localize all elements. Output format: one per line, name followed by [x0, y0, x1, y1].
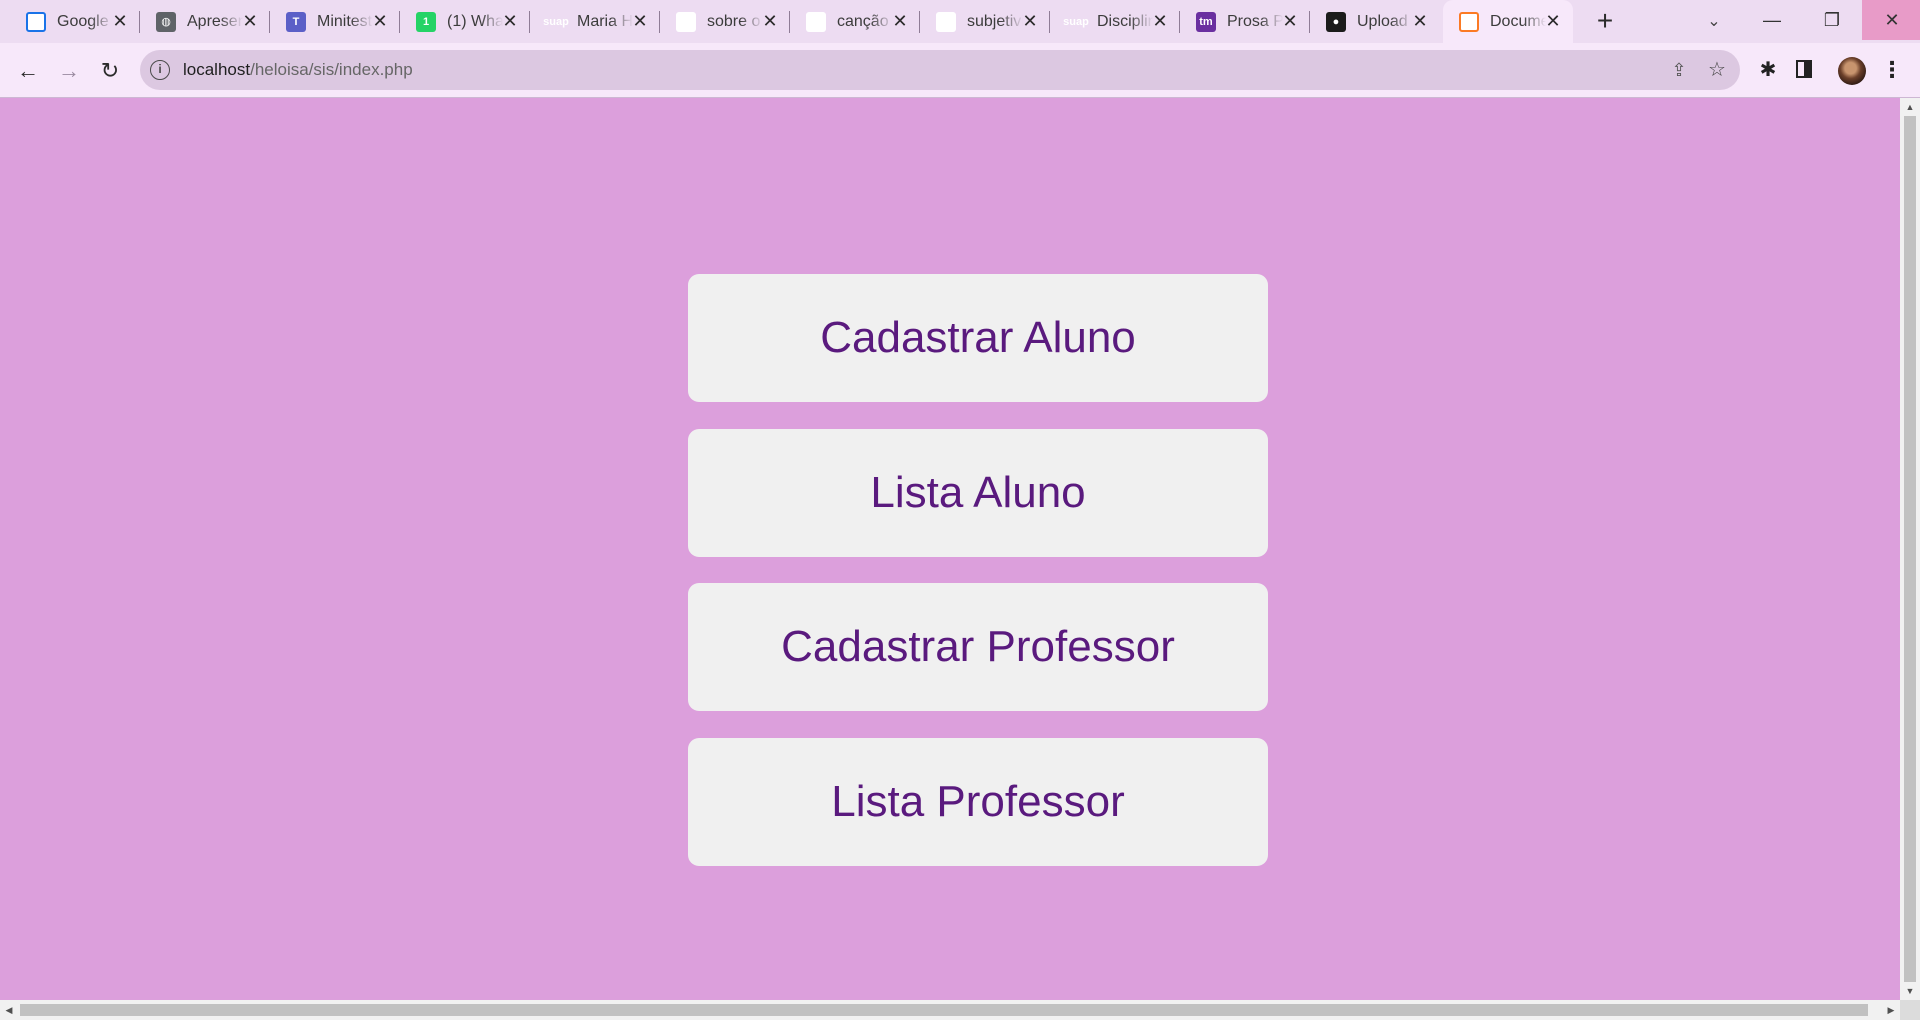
browser-toolbar: ← → ↻ i localhost/heloisa/sis/index.php …: [0, 43, 1920, 98]
new-tab-button[interactable]: +: [1590, 7, 1620, 37]
tab-subjetividade[interactable]: G subjetividade ✕: [920, 0, 1050, 43]
side-panel-icon[interactable]: [1796, 60, 1812, 78]
tab-miniteste[interactable]: T Miniteste ✕: [270, 0, 400, 43]
address-bar[interactable]: i localhost/heloisa/sis/index.php ⇪ ☆: [140, 50, 1740, 90]
tab-prosa[interactable]: tm Prosa P ✕: [1180, 0, 1310, 43]
window-close-button[interactable]: ✕: [1862, 0, 1920, 40]
restore-button[interactable]: ❐: [1802, 0, 1862, 40]
tm-icon: tm: [1196, 11, 1216, 32]
tab-title: Maria Heloisa: [577, 12, 633, 30]
tab-title: subjetividade: [967, 12, 1023, 30]
minimize-button[interactable]: —: [1742, 0, 1802, 40]
tab-document-active[interactable]: ⛶ Document ✕: [1443, 0, 1573, 43]
tab-strip: 1 Google ✕ ◍ Apresentação ✕ T Miniteste …: [0, 0, 1920, 43]
tab-title: Disciplina: [1097, 12, 1153, 30]
horizontal-scroll-thumb[interactable]: [20, 1004, 1868, 1016]
tab-title: canção: [837, 12, 889, 30]
close-icon[interactable]: ✕: [370, 11, 390, 31]
close-icon[interactable]: ✕: [1150, 11, 1170, 31]
tab-whatsapp[interactable]: 1 (1) WhatsApp ✕: [400, 0, 530, 43]
teams-icon: T: [286, 11, 306, 32]
xampp-icon: ⛶: [1459, 11, 1479, 32]
google-calendar-icon: 1: [26, 11, 46, 32]
tab-title: Prosa P: [1227, 12, 1283, 30]
close-icon[interactable]: ✕: [1280, 11, 1300, 31]
cadastrar-aluno-button[interactable]: Cadastrar Aluno: [688, 274, 1268, 402]
vertical-scrollbar[interactable]: ▲ ▼: [1900, 98, 1920, 1000]
close-icon[interactable]: ✕: [630, 11, 650, 31]
tab-title: (1) WhatsApp: [447, 12, 503, 30]
close-icon[interactable]: ✕: [890, 11, 910, 31]
close-icon[interactable]: ✕: [1410, 11, 1430, 31]
tab-maria-heloisa[interactable]: suap Maria Heloisa ✕: [530, 0, 660, 43]
tab-google[interactable]: 1 Google ✕: [10, 0, 140, 43]
scroll-up-arrow-icon[interactable]: ▲: [1900, 98, 1920, 116]
globe-icon: ◍: [156, 11, 176, 32]
horizontal-scrollbar[interactable]: ◀ ▶: [0, 1000, 1900, 1020]
share-icon[interactable]: ⇪: [1668, 59, 1690, 81]
profile-avatar[interactable]: [1838, 57, 1866, 85]
tab-sobre[interactable]: G sobre o ✕: [660, 0, 790, 43]
tab-search-chevron-icon[interactable]: ⌄: [1700, 8, 1728, 36]
tab-cancao[interactable]: G canção ✕: [790, 0, 920, 43]
tab-title: Document: [1490, 12, 1546, 30]
tab-apresentacao[interactable]: ◍ Apresentação ✕: [140, 0, 270, 43]
whatsapp-icon: 1: [416, 11, 436, 32]
reload-icon[interactable]: ↻: [94, 55, 126, 87]
tab-title: Apresentação: [187, 12, 243, 30]
lista-professor-button[interactable]: Lista Professor: [688, 738, 1268, 866]
page-content: Cadastrar Aluno Lista Aluno Cadastrar Pr…: [0, 98, 1900, 1000]
back-arrow-icon[interactable]: ←: [12, 55, 44, 87]
cadastrar-professor-button[interactable]: Cadastrar Professor: [688, 583, 1268, 711]
url-path: /heloisa/sis/index.php: [250, 60, 413, 79]
close-icon[interactable]: ✕: [110, 11, 130, 31]
tab-title: sobre o: [707, 12, 761, 30]
url-host: localhost: [183, 60, 251, 79]
url-text[interactable]: localhost/heloisa/sis/index.php: [183, 60, 413, 80]
close-icon[interactable]: ✕: [240, 11, 260, 31]
kebab-menu-icon[interactable]: ⋮: [1880, 55, 1904, 85]
close-icon[interactable]: ✕: [1020, 11, 1040, 31]
scrollbar-corner: [1900, 1000, 1920, 1020]
tab-disciplina[interactable]: suap Disciplina ✕: [1050, 0, 1180, 43]
scroll-left-arrow-icon[interactable]: ◀: [0, 1000, 18, 1020]
bookmark-star-icon[interactable]: ☆: [1706, 59, 1728, 81]
extensions-puzzle-icon[interactable]: ✱: [1754, 56, 1782, 84]
google-icon: G: [936, 11, 956, 32]
close-icon[interactable]: ✕: [500, 11, 520, 31]
site-info-icon[interactable]: i: [150, 60, 170, 80]
close-icon[interactable]: ✕: [760, 11, 780, 31]
tab-upload[interactable]: ● Upload ✕: [1310, 0, 1440, 43]
google-icon: G: [806, 11, 826, 32]
google-icon: G: [676, 11, 696, 32]
scroll-right-arrow-icon[interactable]: ▶: [1882, 1000, 1900, 1020]
suap-icon: suap: [1063, 15, 1089, 28]
suap-icon: suap: [543, 15, 569, 28]
tab-title: Google: [57, 12, 109, 30]
tab-title: Upload: [1357, 12, 1408, 30]
tab-title: Miniteste: [317, 12, 373, 30]
forward-arrow-icon[interactable]: →: [53, 55, 85, 87]
github-icon: ●: [1326, 11, 1346, 32]
lista-aluno-button[interactable]: Lista Aluno: [688, 429, 1268, 557]
close-icon[interactable]: ✕: [1543, 11, 1563, 31]
vertical-scroll-thumb[interactable]: [1904, 116, 1916, 982]
scroll-down-arrow-icon[interactable]: ▼: [1900, 982, 1920, 1000]
